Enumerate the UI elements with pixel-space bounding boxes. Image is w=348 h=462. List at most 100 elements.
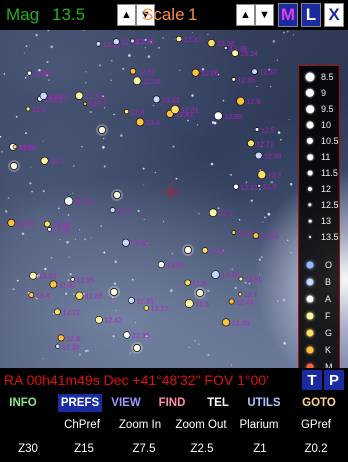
star-marker[interactable] [7, 218, 16, 227]
zoom-0-2-button[interactable]: Z0.2 [296, 436, 336, 462]
star-marker[interactable] [251, 68, 258, 75]
star-marker[interactable] [207, 39, 216, 48]
scale-down-icon[interactable]: ▼ [255, 4, 274, 26]
goto-button[interactable]: GOTO [298, 394, 340, 412]
star-marker[interactable] [121, 238, 130, 247]
star-marker[interactable] [135, 117, 145, 127]
star-marker[interactable] [123, 331, 131, 339]
faint-star [283, 342, 286, 345]
star-marker[interactable] [191, 68, 200, 77]
star-marker[interactable] [254, 127, 260, 132]
star-marker[interactable] [184, 298, 194, 308]
sky-chart[interactable]: 12.46 12.6 12.5 13.32 11.35 13.46 10.73 12.35 13… [0, 30, 348, 368]
star-marker[interactable] [238, 276, 244, 282]
scale-stepper[interactable]: ▲ ▼ [236, 4, 274, 26]
star-marker[interactable] [208, 208, 218, 217]
chpref-button[interactable]: ChPref [60, 414, 104, 436]
star-marker[interactable] [29, 271, 37, 280]
star-marker[interactable] [43, 220, 51, 228]
zoom-in-button[interactable]: Zoom In [112, 414, 168, 436]
star-marker[interactable] [47, 227, 52, 232]
p-button[interactable]: P [324, 370, 344, 390]
star-marker[interactable] [64, 196, 74, 206]
star-marker[interactable] [143, 305, 149, 311]
star-marker[interactable] [130, 38, 135, 44]
star-marker[interactable] [170, 105, 180, 114]
mag-up-icon[interactable]: ▲ [117, 4, 136, 26]
zoom-15-button[interactable]: Z15 [64, 436, 104, 462]
info-button[interactable]: INFO [6, 394, 40, 412]
star-marker[interactable] [184, 279, 191, 286]
bright-star[interactable] [98, 126, 106, 134]
star-marker[interactable] [112, 38, 120, 46]
view-button[interactable]: VIEW [108, 394, 144, 412]
bright-star[interactable] [110, 288, 118, 296]
star-marker[interactable] [236, 96, 245, 106]
star-marker[interactable] [49, 280, 58, 289]
star-marker[interactable] [57, 334, 65, 342]
star-marker[interactable] [222, 318, 231, 327]
star-marker[interactable] [54, 308, 61, 316]
zoom-2-5-button[interactable]: Z2.5 [182, 436, 222, 462]
star-marker[interactable] [70, 277, 75, 282]
plarium-button[interactable]: Plarium [234, 414, 284, 436]
gpref-button[interactable]: GPref [292, 414, 340, 436]
star-marker[interactable] [231, 77, 236, 82]
star-marker[interactable] [228, 298, 235, 305]
tel-button[interactable]: TEL [202, 394, 234, 412]
star-marker[interactable] [83, 101, 88, 106]
x-button[interactable]: X [324, 3, 344, 27]
l-button[interactable]: L [301, 3, 321, 27]
star-marker[interactable] [132, 76, 142, 86]
star-marker[interactable] [109, 207, 116, 213]
zoom-30-button[interactable]: Z30 [8, 436, 48, 462]
star-marker[interactable] [95, 41, 101, 47]
star-marker[interactable] [55, 343, 61, 349]
bright-star[interactable] [184, 246, 192, 254]
zoom-7-5-button[interactable]: Z7.5 [124, 436, 164, 462]
star-marker[interactable] [175, 35, 183, 43]
star-marker[interactable] [75, 91, 84, 100]
star-marker[interactable] [233, 183, 239, 190]
bright-star[interactable] [10, 162, 18, 170]
star-marker[interactable] [252, 232, 260, 239]
star-marker[interactable] [238, 292, 243, 297]
scale-up-icon[interactable]: ▲ [236, 4, 255, 26]
star-marker[interactable] [257, 170, 267, 180]
star-marker[interactable] [257, 183, 262, 188]
find-button[interactable]: FIND [154, 394, 190, 412]
bright-star[interactable] [133, 344, 141, 352]
star-marker[interactable] [12, 144, 18, 150]
t-button[interactable]: T [302, 370, 322, 390]
prefs-button[interactable]: PREFS [58, 394, 102, 412]
star-marker[interactable] [25, 106, 31, 112]
star-marker[interactable] [231, 230, 237, 235]
zoom-out-button[interactable]: Zoom Out [170, 414, 232, 436]
star-marker[interactable] [27, 70, 32, 76]
star-marker[interactable] [28, 292, 35, 298]
star-marker[interactable] [213, 111, 223, 121]
star-marker[interactable] [95, 315, 103, 324]
star-marker[interactable] [128, 296, 135, 304]
utils-button[interactable]: UTILS [244, 394, 284, 412]
star-marker[interactable] [152, 95, 161, 104]
legend-spectral-label: G [325, 328, 333, 338]
faint-star [129, 352, 132, 354]
bright-star[interactable] [196, 289, 204, 297]
bright-star[interactable] [113, 191, 121, 199]
faint-star [282, 298, 286, 302]
m-button[interactable]: M [278, 3, 298, 27]
star-marker[interactable] [39, 91, 48, 100]
star-marker[interactable] [157, 261, 165, 269]
star-marker[interactable] [75, 291, 84, 300]
star-marker[interactable] [254, 151, 263, 160]
star-magnitude-label: 13.4 [146, 120, 160, 127]
zoom-1-button[interactable]: Z1 [240, 436, 280, 462]
star-field[interactable]: 12.4612.612.513.3211.3513.4610.7312.3513… [0, 30, 348, 368]
star-marker[interactable] [40, 156, 49, 165]
star-marker[interactable] [124, 109, 130, 115]
star-marker[interactable] [211, 270, 220, 279]
star-marker[interactable] [247, 139, 255, 148]
star-marker[interactable] [129, 68, 137, 75]
star-marker[interactable] [201, 247, 209, 254]
